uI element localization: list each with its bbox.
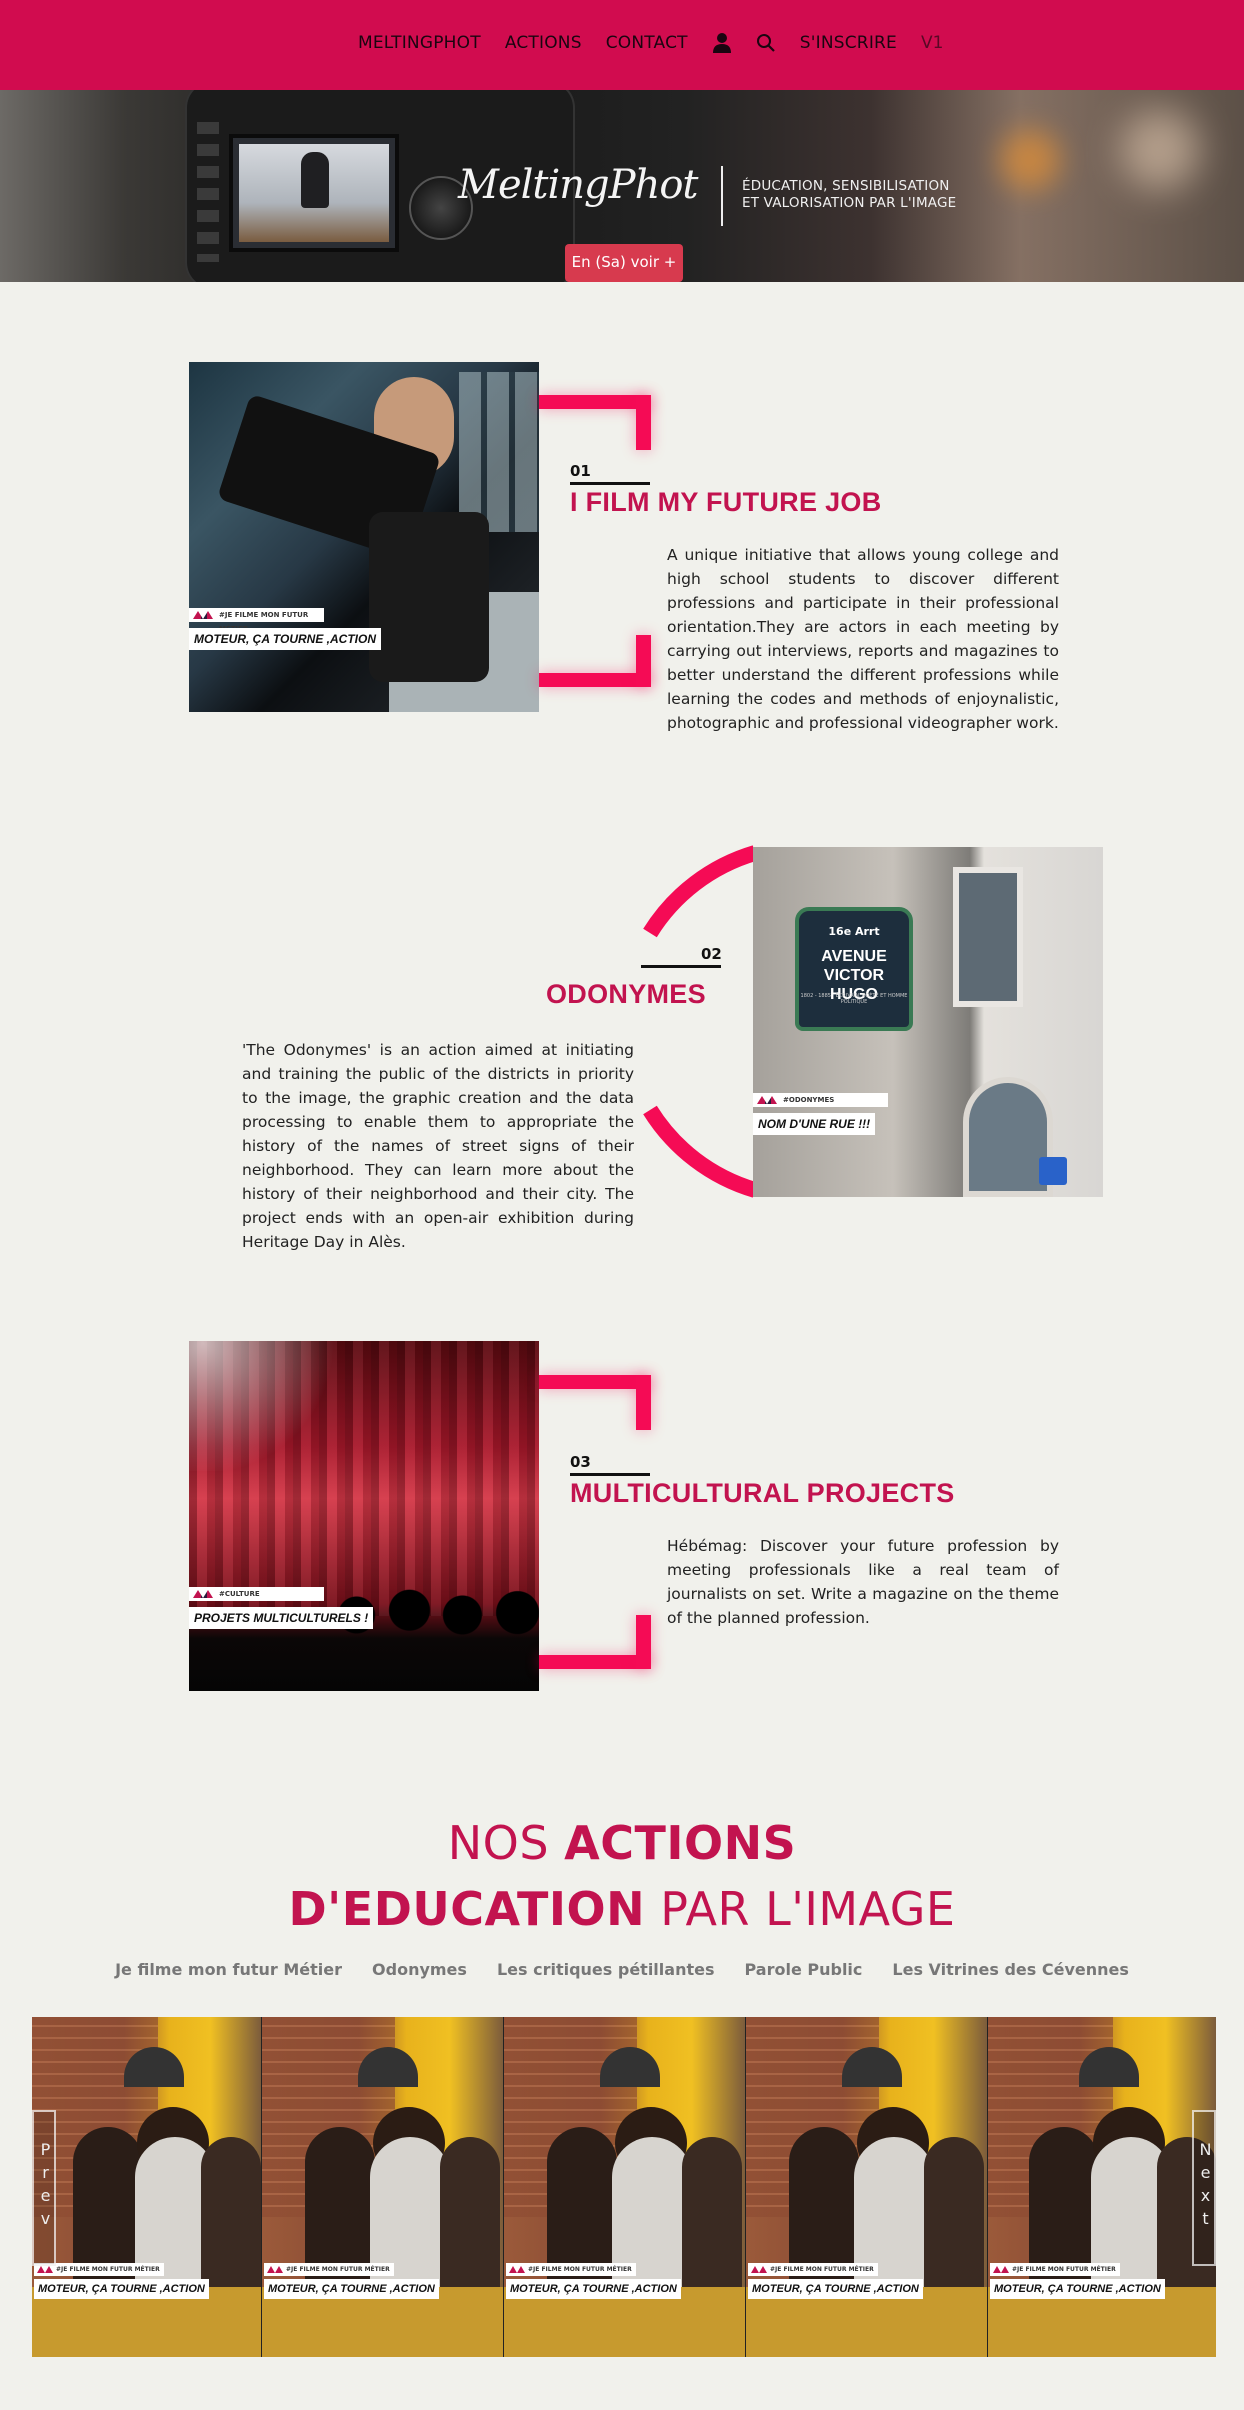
carousel-next-button[interactable]: Next <box>1192 2110 1216 2266</box>
bracket-decoration <box>636 635 651 687</box>
arc-decoration <box>643 845 758 1198</box>
photo-hashtag-badge: #ODONYMES <box>753 1093 888 1107</box>
actions-heading-line1: NOS ACTIONS <box>447 1816 797 1870</box>
number-underline <box>641 965 721 968</box>
bokeh-light <box>1120 110 1200 190</box>
section-3-photo: #CULTURE PROJETS MULTICULTURELS ! <box>189 1341 539 1691</box>
photo-caption-badge: NOM D'UNE RUE !!! <box>753 1113 876 1135</box>
photo-hashtag-badge: #JE FILME MON FUTUR MÉTIER <box>189 608 324 633</box>
actions-heading-line2: D'EDUCATION PAR L'IMAGE <box>288 1882 956 1936</box>
photo-hashtag-badge: #CULTURE <box>189 1587 324 1601</box>
actions-carousel[interactable]: #JE FILME MON FUTUR MÉTIER MOTEUR, ÇA TO… <box>32 2017 1216 2357</box>
photo-caption-badge: PROJETS MULTICULTURELS ! <box>189 1607 374 1629</box>
bracket-decoration <box>539 395 651 409</box>
bracket-decoration <box>636 1615 651 1669</box>
section-description: 'The Odonymes' is an action aimed at ini… <box>242 1041 634 1251</box>
version-label: V1 <box>921 33 944 53</box>
section-description: Hébémag: Discover your future profession… <box>667 1537 1059 1627</box>
slide-hashtag-badge: #JE FILME MON FUTUR MÉTIER <box>990 2263 1120 2276</box>
nav-actions[interactable]: ACTIONS <box>505 33 582 53</box>
user-icon[interactable] <box>712 32 732 54</box>
section-number: 03 <box>570 1453 591 1471</box>
metro-sign <box>1039 1157 1067 1185</box>
number-underline <box>570 482 650 485</box>
section-1-photo: #JE FILME MON FUTUR MÉTIER MOTEUR, ÇA TO… <box>189 362 539 712</box>
carousel-slide[interactable]: #JE FILME MON FUTUR MÉTIER MOTEUR, ÇA TO… <box>262 2017 503 2357</box>
prev-label: Prev <box>36 2140 55 2232</box>
see-more-button[interactable]: En (Sa) voir + <box>565 244 683 282</box>
bokeh-light <box>1000 130 1060 190</box>
tab-parole-public[interactable]: Parole Public <box>744 1960 862 1979</box>
section-description: A unique initiative that allows young co… <box>667 546 1059 732</box>
tab-vitrines[interactable]: Les Vitrines des Cévennes <box>892 1960 1129 1979</box>
nav-contact[interactable]: CONTACT <box>606 33 688 53</box>
slide-hashtag-badge: #JE FILME MON FUTUR MÉTIER <box>506 2263 636 2276</box>
tab-je-filme[interactable]: Je filme mon futur Métier <box>115 1960 342 1979</box>
nav-signup[interactable]: S'INSCRIRE <box>800 33 897 53</box>
brand-logo-script: MeltingPhot <box>458 162 698 208</box>
slide-caption-badge: MOTEUR, ÇA TOURNE ,ACTION <box>34 2279 209 2299</box>
section-title: MULTICULTURAL PROJECTS <box>570 1478 955 1508</box>
carousel-slide[interactable]: #JE FILME MON FUTUR MÉTIER MOTEUR, ÇA TO… <box>988 2017 1216 2357</box>
actions-tabs: Je filme mon futur Métier Odonymes Les c… <box>0 1960 1244 1979</box>
hero-tagline: ÉDUCATION, SENSIBILISATION ET VALORISATI… <box>742 178 957 211</box>
section-number: 01 <box>570 462 591 480</box>
section-2-photo: 16e Arrt AVENUE VICTOR HUGO 1802 - 1885 ·… <box>753 847 1103 1197</box>
mp-logo-icon <box>757 1096 777 1104</box>
photo-caption-badge: MOTEUR, ÇA TOURNE ,ACTION <box>189 628 381 650</box>
search-icon[interactable] <box>756 32 776 54</box>
hero-banner: MeltingPhot ÉDUCATION, SENSIBILISATION E… <box>0 90 1244 282</box>
number-underline <box>570 1473 650 1476</box>
slide-hashtag-badge: #JE FILME MON FUTUR MÉTIER <box>264 2263 394 2276</box>
divider <box>721 166 723 226</box>
mp-logo-icon <box>193 611 213 619</box>
tab-critiques[interactable]: Les critiques pétillantes <box>497 1960 715 1979</box>
top-navbar: MELTINGPHOT ACTIONS CONTACT S'INSCRIRE V… <box>0 0 1244 90</box>
carousel-slide[interactable]: #JE FILME MON FUTUR MÉTIER MOTEUR, ÇA TO… <box>504 2017 745 2357</box>
slide-caption-badge: MOTEUR, ÇA TOURNE ,ACTION <box>748 2279 923 2299</box>
bracket-decoration <box>539 673 651 687</box>
carousel-slide[interactable]: #JE FILME MON FUTUR MÉTIER MOTEUR, ÇA TO… <box>32 2017 261 2357</box>
mp-logo-icon <box>193 1590 213 1598</box>
bracket-decoration <box>636 1375 651 1430</box>
section-title: ODONYMES <box>546 979 706 1009</box>
bracket-decoration <box>539 1655 651 1669</box>
tab-odonymes[interactable]: Odonymes <box>372 1960 467 1979</box>
bracket-decoration <box>636 395 651 450</box>
section-title: I FILM MY FUTURE JOB <box>570 487 882 517</box>
street-sign: 16e Arrt AVENUE VICTOR HUGO 1802 - 1885 ·… <box>795 907 913 1031</box>
main-nav: MELTINGPHOT ACTIONS CONTACT S'INSCRIRE V… <box>358 32 943 54</box>
slide-hashtag-badge: #JE FILME MON FUTUR MÉTIER <box>748 2263 878 2276</box>
nav-meltingphot[interactable]: MELTINGPHOT <box>358 33 481 53</box>
slide-caption-badge: MOTEUR, ÇA TOURNE ,ACTION <box>264 2279 439 2299</box>
section-number: 02 <box>701 945 722 963</box>
slide-caption-badge: MOTEUR, ÇA TOURNE ,ACTION <box>506 2279 681 2299</box>
carousel-slide[interactable]: #JE FILME MON FUTUR MÉTIER MOTEUR, ÇA TO… <box>746 2017 987 2357</box>
carousel-prev-button[interactable]: Prev <box>32 2110 56 2266</box>
bracket-decoration <box>539 1375 651 1389</box>
next-label: Next <box>1196 2140 1215 2232</box>
slide-caption-badge: MOTEUR, ÇA TOURNE ,ACTION <box>990 2279 1165 2299</box>
